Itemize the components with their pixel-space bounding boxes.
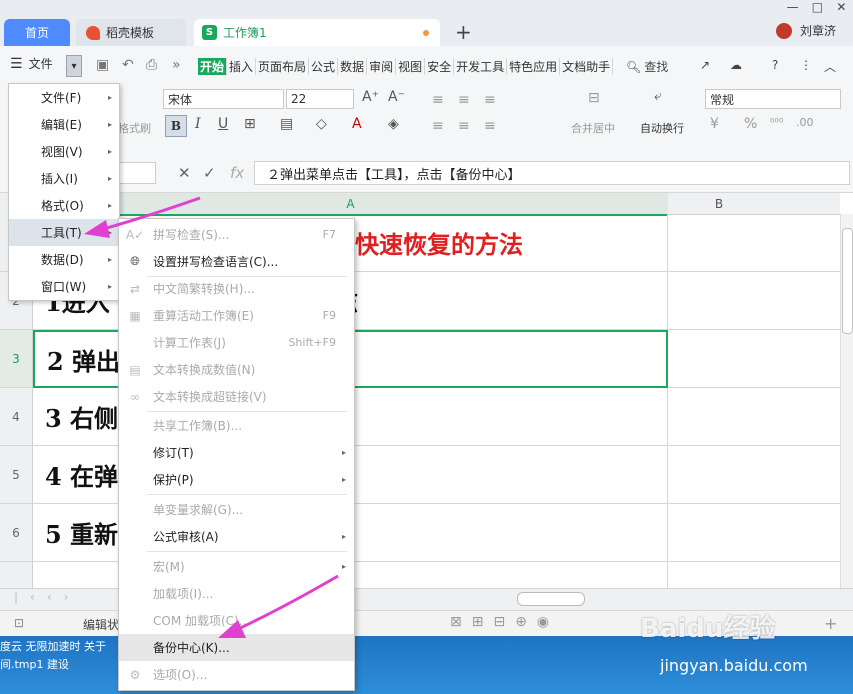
arrow-to-tools	[84, 196, 201, 238]
arrow-to-backup-center	[218, 574, 339, 638]
baidu-url: jingyan.baidu.com	[660, 656, 808, 675]
annotation-arrows	[84, 196, 339, 638]
baidu-watermark: Baidu经验	[640, 614, 776, 644]
